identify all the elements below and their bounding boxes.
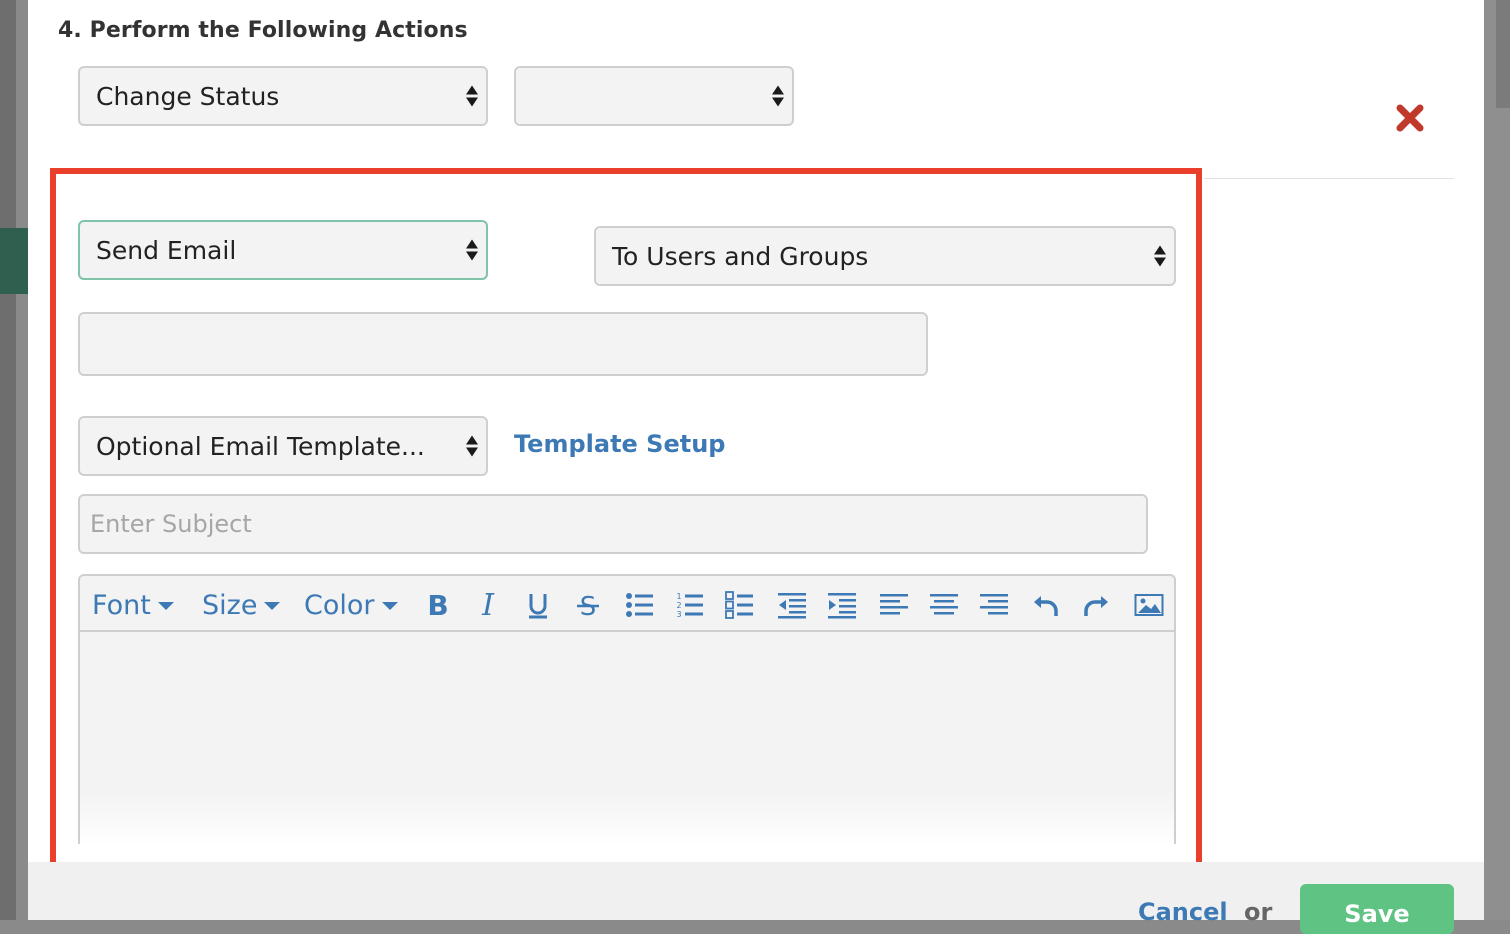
subject-input[interactable] — [78, 494, 1148, 554]
caret-down-icon — [264, 601, 281, 610]
rule-modal: 4. Perform the Following Actions Change … — [28, 0, 1484, 934]
caret-down-icon — [157, 601, 174, 610]
svg-text:I: I — [481, 590, 495, 620]
editor-content-area[interactable] — [80, 632, 1174, 844]
template-setup-link[interactable]: Template Setup — [514, 430, 725, 458]
select-arrows-icon — [772, 85, 784, 107]
svg-text:1: 1 — [676, 592, 681, 601]
svg-text:3: 3 — [676, 610, 681, 619]
section-title: 4. Perform the Following Actions — [58, 18, 468, 43]
svg-text:B: B — [427, 590, 448, 620]
recipient-mode-value: To Users and Groups — [612, 241, 869, 271]
save-button[interactable]: Save — [1300, 884, 1454, 934]
color-dropdown[interactable]: Color — [304, 590, 398, 621]
align-left-icon[interactable] — [877, 588, 911, 622]
send-email-value: Send Email — [96, 235, 237, 265]
italic-icon[interactable]: I — [471, 588, 505, 622]
or-separator: or — [1244, 898, 1273, 926]
editor-toolbar: Font Size Color B I S 1 2 3 — [80, 576, 1174, 632]
send-email-select[interactable]: Send Email — [78, 220, 488, 280]
size-dropdown-label: Size — [202, 590, 258, 621]
bold-icon[interactable]: B — [421, 588, 455, 622]
checklist-icon[interactable] — [723, 588, 757, 622]
email-template-value: Optional Email Template... — [96, 431, 425, 461]
status-target-select[interactable] — [514, 66, 794, 126]
recipient-mode-select[interactable]: To Users and Groups — [594, 226, 1176, 286]
svg-text:2: 2 — [676, 601, 681, 610]
align-right-icon[interactable] — [977, 588, 1011, 622]
background-green-tab — [0, 228, 28, 294]
select-arrows-icon — [466, 239, 478, 261]
color-dropdown-label: Color — [304, 590, 375, 621]
font-dropdown-label: Font — [92, 590, 151, 621]
strikethrough-icon[interactable]: S — [571, 588, 605, 622]
delete-action-icon[interactable] — [1394, 102, 1426, 134]
select-arrows-icon — [466, 435, 478, 457]
caret-down-icon — [381, 601, 398, 610]
numbered-list-icon[interactable]: 123 — [673, 588, 707, 622]
action-type-value: Change Status — [96, 81, 280, 111]
select-arrows-icon — [466, 85, 478, 107]
align-center-icon[interactable] — [927, 588, 961, 622]
background-right-scrollbar — [1496, 0, 1510, 108]
bullet-list-icon[interactable] — [623, 588, 657, 622]
size-dropdown[interactable]: Size — [202, 590, 281, 621]
background-left-edge — [0, 0, 16, 920]
select-arrows-icon — [1154, 245, 1166, 267]
recipients-input[interactable] — [78, 312, 928, 376]
undo-icon[interactable] — [1029, 588, 1063, 622]
font-dropdown[interactable]: Font — [92, 590, 174, 621]
background-right-edge — [1484, 0, 1510, 920]
underline-icon[interactable] — [521, 588, 555, 622]
email-template-select[interactable]: Optional Email Template... — [78, 416, 488, 476]
image-icon[interactable] — [1132, 588, 1166, 622]
cancel-link[interactable]: Cancel — [1138, 898, 1228, 926]
action-type-select[interactable]: Change Status — [78, 66, 488, 126]
indent-icon[interactable] — [825, 588, 859, 622]
outdent-icon[interactable] — [775, 588, 809, 622]
redo-icon[interactable] — [1079, 588, 1113, 622]
rich-text-editor: Font Size Color B I S 1 2 3 — [78, 574, 1176, 844]
action-divider — [1204, 178, 1454, 179]
